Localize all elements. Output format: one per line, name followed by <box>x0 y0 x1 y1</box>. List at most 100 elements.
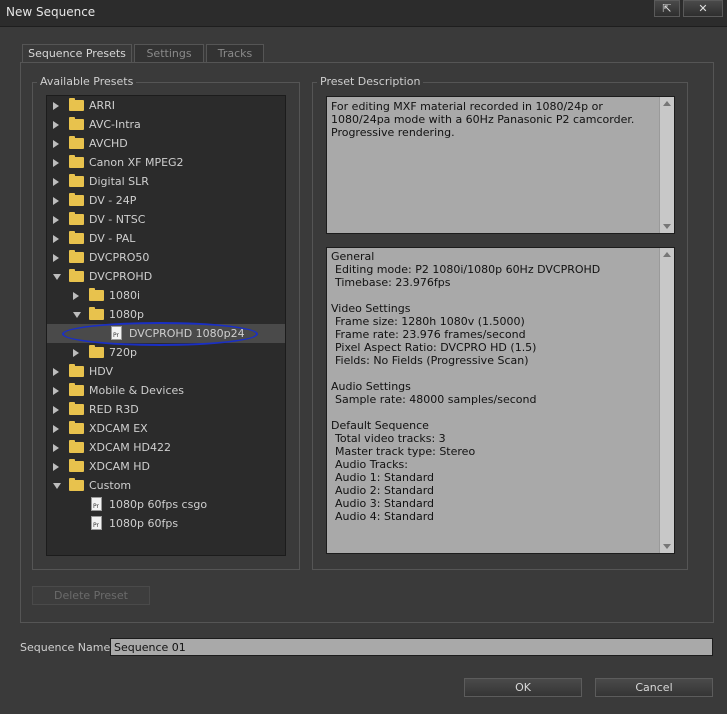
scroll-up-icon[interactable] <box>663 252 671 257</box>
delete-preset-button[interactable]: Delete Preset <box>32 586 150 605</box>
title-bar: New Sequence ⇱ ✕ <box>0 0 727 27</box>
folder-icon <box>69 136 84 149</box>
preset-label: AVC-Intra <box>89 118 141 131</box>
detail-line: Timebase: 23.976fps <box>335 276 451 289</box>
detail-line: Pixel Aspect Ratio: DVCPRO HD (1.5) <box>335 341 537 354</box>
preset-folder[interactable]: ARRI <box>47 96 285 115</box>
collapsed-arrow-icon[interactable] <box>53 254 59 262</box>
detail-line: Fields: No Fields (Progressive Scan) <box>335 354 529 367</box>
details-scrollbar[interactable] <box>659 248 674 553</box>
preset-label: Canon XF MPEG2 <box>89 156 184 169</box>
preset-folder[interactable]: 1080i <box>47 286 285 305</box>
preset-folder[interactable]: Mobile & Devices <box>47 381 285 400</box>
preset-description-label: Preset Description <box>317 75 424 88</box>
collapsed-arrow-icon[interactable] <box>53 368 59 376</box>
description-textbox[interactable]: For editing MXF material recorded in 108… <box>326 96 675 234</box>
collapsed-arrow-icon[interactable] <box>53 102 59 110</box>
preset-label: 1080p <box>109 308 144 321</box>
collapsed-arrow-icon[interactable] <box>53 121 59 129</box>
collapsed-arrow-icon[interactable] <box>73 292 79 300</box>
cancel-button[interactable]: Cancel <box>595 678 713 697</box>
collapsed-arrow-icon[interactable] <box>53 178 59 186</box>
collapsed-arrow-icon[interactable] <box>53 140 59 148</box>
tab-sequence-presets[interactable]: Sequence Presets <box>22 44 132 64</box>
preset-label: ARRI <box>89 99 116 112</box>
tab-settings[interactable]: Settings <box>134 44 204 63</box>
preset-folder[interactable]: DVCPROHD <box>47 267 285 286</box>
detail-line: Sample rate: 48000 samples/second <box>335 393 537 406</box>
collapsed-arrow-icon[interactable] <box>53 387 59 395</box>
restore-button[interactable]: ⇱ <box>654 0 680 17</box>
preset-folder[interactable]: HDV <box>47 362 285 381</box>
close-icon: ✕ <box>698 2 708 15</box>
preset-folder[interactable]: XDCAM EX <box>47 419 285 438</box>
preset-folder[interactable]: DV - 24P <box>47 191 285 210</box>
preset-label: XDCAM HD422 <box>89 441 171 454</box>
preset-label: DVCPRO50 <box>89 251 150 264</box>
detail-line: Frame size: 1280h 1080v (1.5000) <box>335 315 525 328</box>
detail-line: Audio Tracks: <box>335 458 408 471</box>
folder-icon <box>69 117 84 130</box>
preset-label: DV - 24P <box>89 194 137 207</box>
preset-folder[interactable]: XDCAM HD422 <box>47 438 285 457</box>
sequence-name-input[interactable] <box>110 638 713 656</box>
collapsed-arrow-icon[interactable] <box>53 159 59 167</box>
folder-icon <box>69 98 84 111</box>
scroll-down-icon[interactable] <box>663 544 671 549</box>
collapsed-arrow-icon[interactable] <box>53 235 59 243</box>
folder-icon <box>69 155 84 168</box>
preset-item[interactable]: Pr DVCPROHD 1080p24 <box>47 324 285 343</box>
presets-tree[interactable]: ARRI AVC-Intra AVCHD Canon XF MPEG2 Digital … <box>46 95 286 556</box>
preset-label: DVCPROHD <box>89 270 153 283</box>
available-presets-label: Available Presets <box>37 75 137 88</box>
detail-line: Audio 2: Standard <box>335 484 435 497</box>
detail-line: General <box>331 250 375 263</box>
preset-label: Mobile & Devices <box>89 384 185 397</box>
folder-icon <box>69 383 84 396</box>
folder-icon <box>69 459 84 472</box>
preset-folder[interactable]: Custom <box>47 476 285 495</box>
preset-folder[interactable]: 720p <box>47 343 285 362</box>
tab-tracks[interactable]: Tracks <box>206 44 264 63</box>
description-scrollbar[interactable] <box>659 97 674 233</box>
folder-icon <box>69 269 84 282</box>
preset-folder[interactable]: Canon XF MPEG2 <box>47 153 285 172</box>
preset-folder[interactable]: DVCPRO50 <box>47 248 285 267</box>
preset-folder[interactable]: XDCAM HD <box>47 457 285 476</box>
preset-label: 1080p 60fps <box>109 517 179 530</box>
ok-button[interactable]: OK <box>464 678 582 697</box>
folder-icon <box>89 288 104 301</box>
expanded-arrow-icon[interactable] <box>73 312 81 318</box>
preset-folder[interactable]: DV - NTSC <box>47 210 285 229</box>
close-button[interactable]: ✕ <box>683 0 723 17</box>
preset-folder[interactable]: RED R3D <box>47 400 285 419</box>
preset-label: Custom <box>89 479 132 492</box>
expanded-arrow-icon[interactable] <box>53 483 61 489</box>
collapsed-arrow-icon[interactable] <box>53 425 59 433</box>
collapsed-arrow-icon[interactable] <box>53 216 59 224</box>
preset-folder[interactable]: AVC-Intra <box>47 115 285 134</box>
preset-folder[interactable]: 1080p <box>47 305 285 324</box>
collapsed-arrow-icon[interactable] <box>53 463 59 471</box>
preset-item[interactable]: Pr 1080p 60fps <box>47 514 285 533</box>
description-text: For editing MXF material recorded in 108… <box>331 100 635 139</box>
collapsed-arrow-icon[interactable] <box>53 197 59 205</box>
folder-icon <box>89 307 104 320</box>
collapsed-arrow-icon[interactable] <box>53 406 59 414</box>
expanded-arrow-icon[interactable] <box>53 274 61 280</box>
scroll-up-icon[interactable] <box>663 101 671 106</box>
premiere-file-icon: Pr <box>91 516 102 530</box>
scroll-down-icon[interactable] <box>663 224 671 229</box>
preset-label: 720p <box>109 346 137 359</box>
preset-folder[interactable]: Digital SLR <box>47 172 285 191</box>
preset-folder[interactable]: AVCHD <box>47 134 285 153</box>
collapsed-arrow-icon[interactable] <box>53 444 59 452</box>
preset-label: HDV <box>89 365 114 378</box>
detail-line: Audio Settings <box>331 380 411 393</box>
preset-details-textbox[interactable]: General Editing mode: P2 1080i/1080p 60Hz… <box>326 247 675 554</box>
folder-icon <box>69 231 84 244</box>
collapsed-arrow-icon[interactable] <box>73 349 79 357</box>
preset-item[interactable]: Pr 1080p 60fps csgo <box>47 495 285 514</box>
preset-folder[interactable]: DV - PAL <box>47 229 285 248</box>
folder-icon <box>69 440 84 453</box>
